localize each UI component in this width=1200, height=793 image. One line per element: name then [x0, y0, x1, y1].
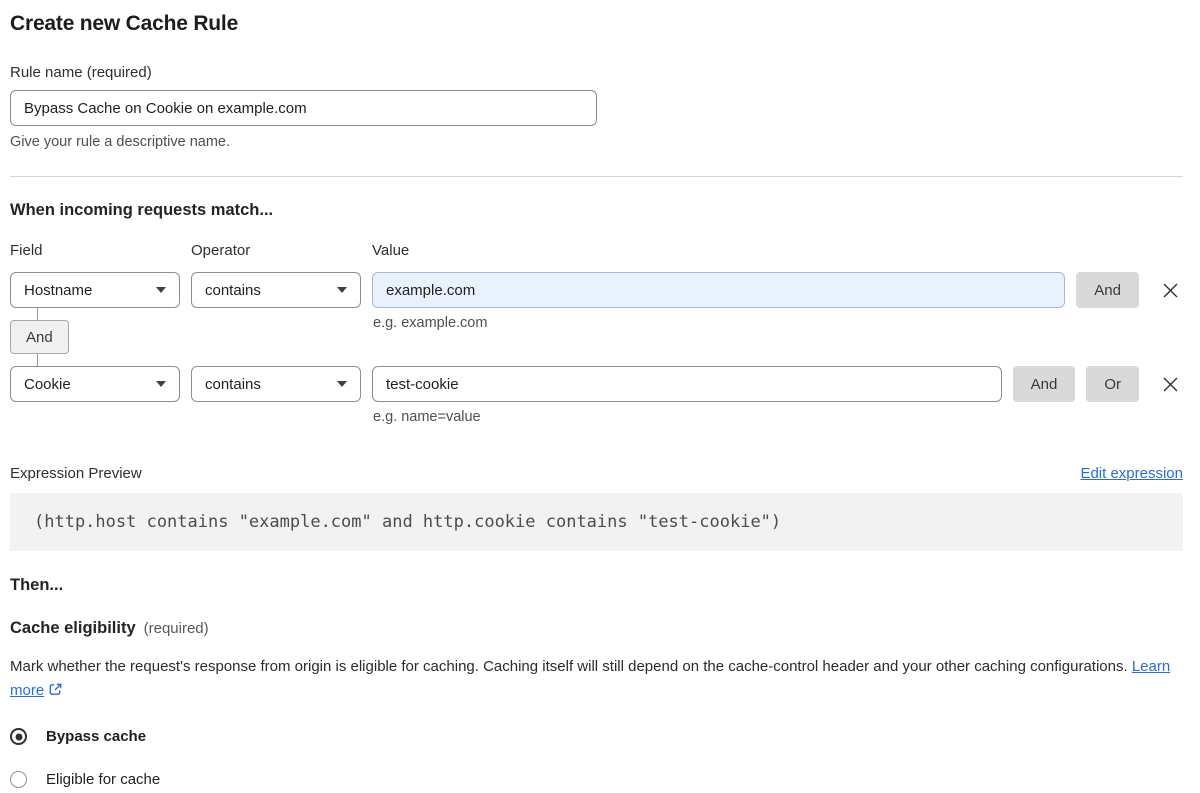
external-link-icon: [49, 683, 62, 695]
operator-column-label: Operator: [191, 242, 251, 259]
condition-row-1: Hostname contains e.g. example.com And: [10, 272, 1183, 331]
radio-option-bypass-cache[interactable]: Bypass cache: [10, 728, 1183, 745]
bypass-cache-label: Bypass cache: [46, 728, 147, 745]
condition-row-2: Cookie contains e.g. name=value And Or: [10, 366, 1183, 425]
operator-select-2[interactable]: contains: [191, 366, 361, 402]
radio-unselected-icon[interactable]: [10, 771, 27, 788]
chevron-down-icon: [156, 287, 166, 293]
field-select-1-value: Hostname: [24, 281, 93, 299]
match-column-labels: Field Operator Value: [10, 242, 1183, 259]
value-hint-2: e.g. name=value: [373, 409, 481, 425]
connector-and-button[interactable]: And: [10, 320, 69, 354]
value-input-2[interactable]: [372, 366, 1002, 402]
field-select-2[interactable]: Cookie: [10, 366, 180, 402]
operator-select-1-value: contains: [205, 281, 261, 299]
remove-condition-2-button[interactable]: [1157, 366, 1183, 402]
close-icon: [1163, 283, 1177, 297]
expression-preview-label: Expression Preview: [10, 465, 142, 482]
field-select-2-value: Cookie: [24, 375, 71, 393]
chevron-down-icon: [337, 381, 347, 387]
cache-eligibility-description: Mark whether the request's response from…: [10, 655, 1172, 703]
radio-option-eligible-for-cache[interactable]: Eligible for cache: [10, 771, 1183, 788]
rule-name-label: Rule name (required): [10, 64, 152, 81]
create-cache-rule-page: Create new Cache Rule Rule name (require…: [0, 0, 1200, 788]
value-wrap-1: e.g. example.com: [372, 272, 1066, 331]
description-text: Mark whether the request's response from…: [10, 658, 1128, 675]
field-select-1[interactable]: Hostname: [10, 272, 180, 308]
rule-name-help: Give your rule a descriptive name.: [10, 134, 231, 150]
expression-preview-header: Expression Preview Edit expression: [10, 465, 1183, 482]
rule-name-input[interactable]: [10, 90, 597, 126]
required-note: (required): [143, 620, 209, 637]
value-wrap-2: e.g. name=value: [372, 366, 1002, 425]
operator-select-1[interactable]: contains: [191, 272, 361, 308]
chevron-down-icon: [156, 381, 166, 387]
eligible-for-cache-label: Eligible for cache: [46, 771, 161, 788]
operator-select-2-value: contains: [205, 375, 261, 393]
remove-condition-1-button[interactable]: [1157, 272, 1183, 308]
and-button-row-2[interactable]: And: [1012, 366, 1076, 402]
value-input-1[interactable]: [372, 272, 1066, 308]
chevron-down-icon: [337, 287, 347, 293]
value-hint-1: e.g. example.com: [373, 315, 488, 331]
or-button-row-2[interactable]: Or: [1086, 366, 1139, 402]
cache-eligibility-heading-row: Cache eligibility (required): [10, 619, 1183, 638]
rule-name-section: Rule name (required) Give your rule a de…: [10, 64, 1183, 150]
connector-line-bottom: [37, 354, 38, 366]
expression-preview-code: (http.host contains "example.com" and ht…: [10, 493, 1183, 551]
page-title: Create new Cache Rule: [10, 12, 239, 35]
value-column-label: Value: [372, 242, 410, 259]
and-button-row-1[interactable]: And: [1076, 272, 1139, 308]
match-heading: When incoming requests match...: [10, 201, 274, 219]
condition-connector: And: [10, 308, 1183, 366]
cache-eligibility-label: Cache eligibility: [10, 619, 136, 637]
radio-selected-icon[interactable]: [10, 728, 27, 745]
edit-expression-link[interactable]: Edit expression: [1080, 465, 1183, 482]
connector-line-top: [37, 308, 38, 320]
then-heading: Then...: [10, 576, 64, 594]
close-icon: [1163, 377, 1177, 391]
field-column-label: Field: [10, 242, 43, 259]
section-divider: [10, 176, 1183, 177]
